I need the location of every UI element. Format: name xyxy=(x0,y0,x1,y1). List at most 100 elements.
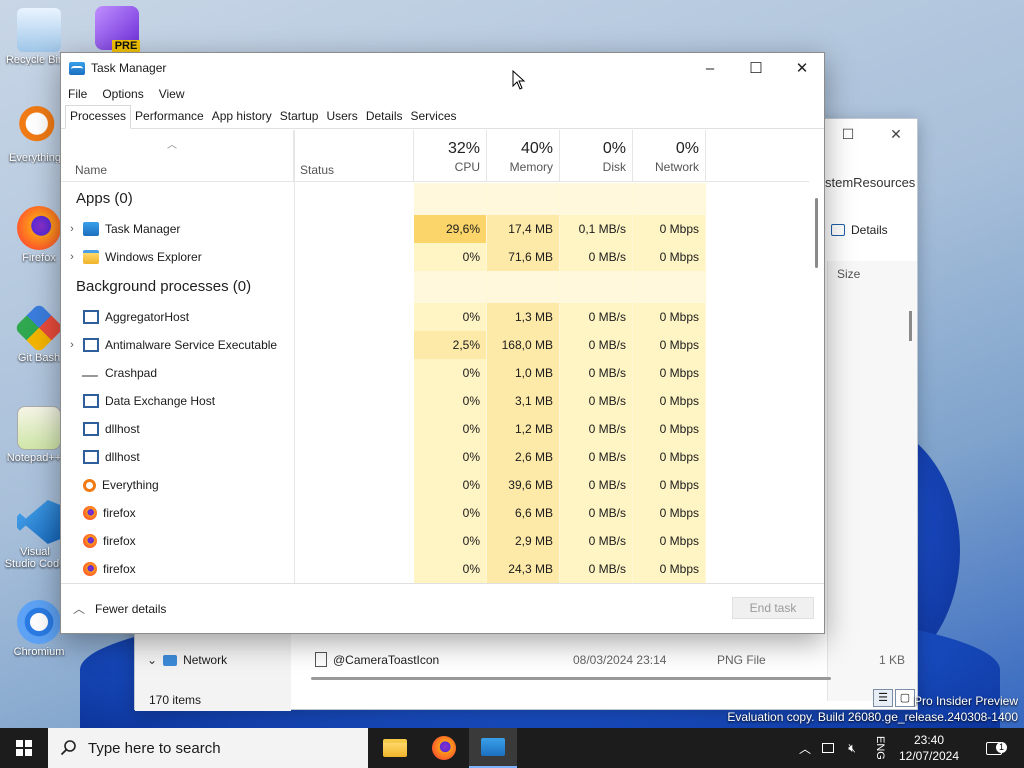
cpu-label: CPU xyxy=(454,160,480,174)
group-header-apps[interactable]: Apps (0) xyxy=(61,183,809,215)
process-cpu: 0% xyxy=(414,303,487,331)
process-row[interactable]: dllhost 0% 2,6 MB 0 MB/s 0 Mbps xyxy=(61,443,809,471)
column-network[interactable]: 0% Network xyxy=(633,130,706,182)
chevron-down-icon[interactable]: ⌄ xyxy=(147,653,157,667)
explorer-file-row[interactable]: @CameraToastIcon 08/03/2024 23:14 PNG Fi… xyxy=(315,649,905,671)
group-header-background[interactable]: Background processes (0) xyxy=(61,271,809,303)
tiles-view-icon[interactable]: ▢ xyxy=(895,689,915,707)
process-row[interactable]: Crashpad 0% 1,0 MB 0 MB/s 0 Mbps xyxy=(61,359,809,387)
process-row[interactable]: dllhost 0% 1,2 MB 0 MB/s 0 Mbps xyxy=(61,415,809,443)
process-row[interactable]: › Windows Explorer 0% 71,6 MB 0 MB/s 0 Mbps xyxy=(61,243,809,271)
firefox-icon xyxy=(17,206,61,250)
process-name: firefox xyxy=(103,562,136,576)
chevron-right-icon[interactable]: › xyxy=(61,215,83,243)
explorer-details-button[interactable]: Details xyxy=(831,223,888,237)
group-disk-cell xyxy=(560,183,633,215)
process-memory: 1,2 MB xyxy=(487,415,560,443)
details-view-icon[interactable]: ☰ xyxy=(873,689,893,707)
group-cpu-cell xyxy=(414,271,487,303)
volume-muted-icon[interactable]: 🔇︎ xyxy=(842,728,862,768)
taskbar-file-explorer[interactable] xyxy=(371,728,419,768)
process-disk: 0 MB/s xyxy=(560,443,633,471)
process-row[interactable]: Data Exchange Host 0% 3,1 MB 0 MB/s 0 Mbps xyxy=(61,387,809,415)
process-row[interactable]: › Task Manager 29,6% 17,4 MB 0,1 MB/s 0 Mbps xyxy=(61,215,809,243)
column-disk[interactable]: 0% Disk xyxy=(560,130,633,182)
explorer-close-icon[interactable]: ✕ xyxy=(873,119,919,149)
column-status[interactable]: Status xyxy=(294,130,414,182)
tab-users[interactable]: Users xyxy=(322,109,361,128)
search-box[interactable]: Type here to search xyxy=(48,728,368,768)
group-label: Apps (0) xyxy=(76,190,133,207)
process-row[interactable]: firefox 0% 6,6 MB 0 MB/s 0 Mbps xyxy=(61,499,809,527)
task-manager-titlebar[interactable]: Task Manager – ☐ ✕ xyxy=(61,53,824,83)
tab-startup[interactable]: Startup xyxy=(276,109,323,128)
memory-total: 40% xyxy=(520,140,553,157)
clock[interactable]: 23:40 12/07/2024 xyxy=(894,732,964,764)
menu-view[interactable]: View xyxy=(159,87,185,101)
process-row[interactable]: › Antimalware Service Executable 2,5% 168,0… xyxy=(61,331,809,359)
process-name-cell: dllhost xyxy=(61,443,294,471)
task-manager-window[interactable]: Task Manager – ☐ ✕ File Options View Pro… xyxy=(60,52,825,634)
process-row[interactable]: firefox 0% 2,9 MB 0 MB/s 0 Mbps xyxy=(61,527,809,555)
notification-center-button[interactable]: 1 xyxy=(980,728,1008,768)
explorer-breadcrumb[interactable]: stemResources xyxy=(825,175,915,190)
firefox-icon xyxy=(83,534,97,548)
tab-details[interactable]: Details xyxy=(362,109,407,128)
taskbar-firefox[interactable] xyxy=(420,728,468,768)
explorer-nav-network[interactable]: ⌄ Network xyxy=(147,653,227,667)
process-cpu: 0% xyxy=(414,387,487,415)
process-name: dllhost xyxy=(105,450,140,464)
column-cpu[interactable]: 32% CPU xyxy=(414,130,487,182)
firefox-icon xyxy=(83,562,97,576)
network-total: 0% xyxy=(675,140,699,157)
menu-file[interactable]: File xyxy=(68,87,87,101)
clock-time: 23:40 xyxy=(913,733,945,747)
process-disk: 0 MB/s xyxy=(560,303,633,331)
process-name: dllhost xyxy=(105,422,140,436)
file-date: 08/03/2024 23:14 xyxy=(573,653,667,667)
maximize-icon[interactable]: ☐ xyxy=(733,53,779,83)
process-name-cell: Everything xyxy=(61,471,294,499)
process-row[interactable]: firefox 0% 24,3 MB 0 MB/s 0 Mbps xyxy=(61,555,809,583)
menu-options[interactable]: Options xyxy=(102,87,143,101)
process-row[interactable]: Everything 0% 39,6 MB 0 MB/s 0 Mbps xyxy=(61,471,809,499)
desktop-icon-visual-studio-preview[interactable]: PRE xyxy=(82,6,152,52)
explorer-horizontal-scrollbar[interactable] xyxy=(311,677,831,680)
column-memory[interactable]: 40% Memory xyxy=(487,130,560,182)
network-icon[interactable] xyxy=(818,728,838,768)
explorer-maximize-icon[interactable]: ☐ xyxy=(825,119,871,149)
process-memory: 2,9 MB xyxy=(487,527,560,555)
explorer-scrollbar[interactable] xyxy=(909,311,912,341)
tab-app-history[interactable]: App history xyxy=(208,109,276,128)
chromium-icon xyxy=(17,600,61,644)
language-indicator[interactable]: ENG xyxy=(870,728,890,768)
tab-services[interactable]: Services xyxy=(407,109,461,128)
magnifier-icon xyxy=(83,478,96,492)
process-disk: 0 MB/s xyxy=(560,555,633,583)
close-icon[interactable]: ✕ xyxy=(779,53,825,83)
column-name[interactable]: ︿ Name xyxy=(61,130,294,182)
clock-date: 12/07/2024 xyxy=(898,749,960,763)
start-button[interactable] xyxy=(0,728,48,768)
process-network: 0 Mbps xyxy=(633,415,706,443)
process-name: Antimalware Service Executable xyxy=(105,338,278,352)
column-status-label: Status xyxy=(300,163,335,177)
chevron-right-icon[interactable]: › xyxy=(61,243,83,271)
fewer-details-button[interactable]: ︿ Fewer details xyxy=(73,600,166,617)
process-cpu: 0% xyxy=(414,243,487,271)
group-network-cell xyxy=(633,183,706,215)
explorer-size-header[interactable]: Size xyxy=(837,267,860,281)
chevron-right-icon[interactable]: › xyxy=(61,331,83,359)
tray-overflow-icon[interactable]: ︿ xyxy=(796,728,814,768)
process-disk: 0 MB/s xyxy=(560,359,633,387)
tab-processes[interactable]: Processes xyxy=(65,105,132,129)
explorer-nav-label: Network xyxy=(183,653,228,667)
process-cpu: 0% xyxy=(414,471,487,499)
taskbar-task-manager[interactable] xyxy=(469,728,517,768)
process-row[interactable]: AggregatorHost 0% 1,3 MB 0 MB/s 0 Mbps xyxy=(61,303,809,331)
minimize-icon[interactable]: – xyxy=(687,53,733,83)
process-scrollbar[interactable] xyxy=(815,198,818,268)
folder-icon xyxy=(83,250,99,264)
end-task-button[interactable]: End task xyxy=(732,597,814,619)
tab-performance[interactable]: Performance xyxy=(131,109,208,128)
